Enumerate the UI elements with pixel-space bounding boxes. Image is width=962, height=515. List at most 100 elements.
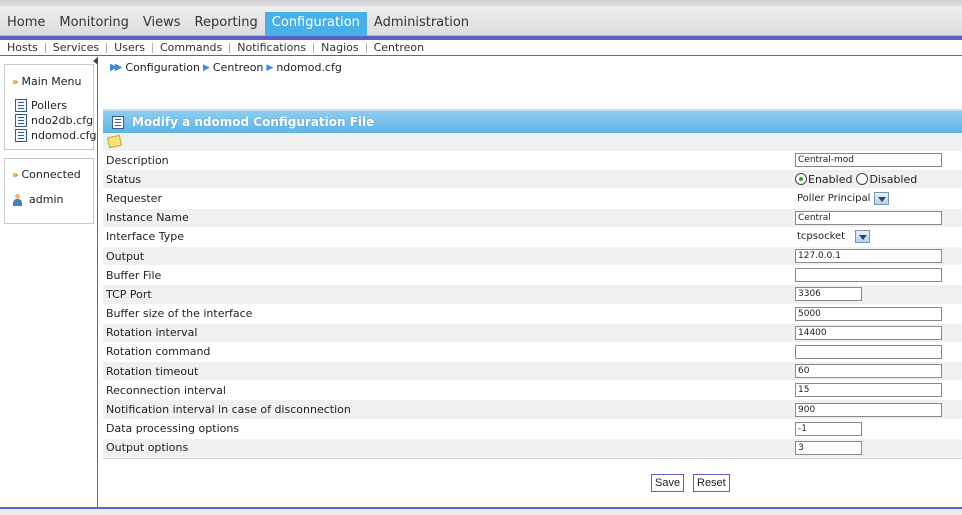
file-icon: [15, 129, 27, 142]
form-row-rotation-command: Rotation command: [103, 342, 962, 363]
form-row-buffer-file: Buffer File: [103, 266, 962, 286]
chevron-right-icon: »: [12, 77, 19, 88]
breadcrumb-centreon[interactable]: Centreon: [213, 61, 263, 74]
file-icon: [112, 115, 124, 129]
field-label: Data processing options: [106, 422, 240, 436]
form-row-output-options: Output options 3: [103, 438, 962, 458]
user-icon: [12, 193, 23, 206]
menu-views[interactable]: Views: [136, 12, 188, 36]
top-menu-bar: Home Monitoring Views Reporting Configur…: [0, 0, 962, 36]
field-label: Notification interval in case of disconn…: [106, 403, 351, 417]
file-icon: [15, 114, 27, 127]
form-row-interface-type: Interface Type tcpsocket: [103, 227, 962, 247]
data-processing-options-field[interactable]: -1: [795, 421, 862, 436]
requester-select-value: Poller Principal: [797, 192, 871, 204]
field-label: Reconnection interval: [106, 383, 226, 397]
notes-row: [103, 133, 962, 151]
form-row-data-processing: Data processing options -1: [103, 419, 962, 439]
status-disabled-radio[interactable]: [856, 173, 869, 186]
sidebar-item-label: ndo2db.cfg: [31, 114, 94, 127]
sidebar-item-label: ndomod.cfg: [31, 129, 97, 142]
submenu-nagios[interactable]: Nagios: [314, 41, 365, 54]
main-menu: Home Monitoring Views Reporting Configur…: [0, 12, 476, 36]
submenu-services[interactable]: Services: [46, 41, 106, 54]
main-menu-title-label: Main Menu: [21, 75, 82, 88]
form-row-status: Status Enabled Disabled: [103, 170, 962, 190]
sidebar-item-ndomod[interactable]: ndomod.cfg: [15, 129, 97, 142]
field-label: Requester: [106, 191, 162, 205]
status-disabled-label: Disabled: [869, 172, 918, 186]
sidebar-item-pollers[interactable]: Pollers: [15, 99, 67, 112]
rotation-timeout-field[interactable]: 60: [795, 364, 942, 379]
field-label: Rotation command: [106, 345, 211, 359]
form-row-tcp-port: TCP Port 3306: [103, 285, 962, 305]
notification-interval-field[interactable]: 900: [795, 402, 942, 417]
sidebar-item-label: Pollers: [31, 99, 68, 112]
form-row-instance-name: Instance Name Central: [103, 208, 962, 228]
field-label: Rotation timeout: [106, 364, 199, 378]
submenu-hosts[interactable]: Hosts: [0, 41, 45, 54]
connected-user[interactable]: admin: [12, 193, 63, 206]
reset-button[interactable]: Reset: [693, 474, 730, 492]
reconnection-interval-field[interactable]: 15: [795, 383, 942, 398]
connected-user-label: admin: [29, 193, 64, 206]
rotation-command-field[interactable]: [795, 344, 942, 359]
menu-monitoring[interactable]: Monitoring: [52, 12, 136, 36]
form-row-rotation-interval: Rotation interval 14400: [103, 323, 962, 343]
form-row-buffer-size: Buffer size of the interface 5000: [103, 304, 962, 324]
file-icon: [15, 99, 27, 112]
field-label: Description: [106, 153, 169, 167]
form-row-reconnection-interval: Reconnection interval 15: [103, 381, 962, 401]
main-menu-title: » Main Menu: [12, 75, 81, 88]
bottom-bar: [0, 507, 962, 515]
connected-title-label: Connected: [21, 168, 81, 181]
connected-title: » Connected: [12, 168, 81, 181]
menu-home[interactable]: Home: [0, 12, 52, 36]
config-form: Description Central-mod Status Enabled D…: [103, 151, 962, 458]
menu-administration[interactable]: Administration: [367, 12, 476, 36]
breadcrumb-ndomod[interactable]: ndomod.cfg: [276, 61, 342, 74]
field-label: Status: [106, 172, 142, 186]
save-button[interactable]: Save: [651, 474, 685, 492]
tcp-port-field[interactable]: 3306: [795, 287, 862, 302]
rotation-interval-field[interactable]: 14400: [795, 325, 942, 340]
field-label: Interface Type: [106, 230, 185, 244]
submenu-commands[interactable]: Commands: [153, 41, 229, 54]
form-row-description: Description Central-mod: [103, 151, 962, 171]
instance-name-field[interactable]: Central: [795, 210, 942, 225]
output-options-field[interactable]: 3: [795, 440, 862, 455]
chevron-down-icon[interactable]: [874, 191, 890, 205]
arrow-right-icon: ▶: [203, 62, 210, 73]
main-menu-box: » Main Menu Pollers ndo2db.cfg ndomod.cfg: [4, 64, 97, 150]
panel-title: Modify a ndomod Configuration File: [132, 115, 375, 129]
top-stripe: [0, 0, 962, 7]
field-label: Buffer File: [106, 268, 162, 282]
status-enabled-radio[interactable]: [795, 173, 807, 186]
field-label: Output options: [106, 441, 189, 455]
notes-icon[interactable]: [106, 134, 123, 149]
collapse-sidebar-icon[interactable]: [93, 57, 98, 65]
field-label: Buffer size of the interface: [106, 307, 253, 321]
panel-header: Modify a ndomod Configuration File: [103, 109, 962, 133]
submenu-users[interactable]: Users: [107, 41, 152, 54]
sidebar-item-ndo2db[interactable]: ndo2db.cfg: [15, 114, 93, 127]
description-field[interactable]: Central-mod: [795, 153, 942, 168]
buffer-file-field[interactable]: [795, 268, 942, 283]
breadcrumb-configuration[interactable]: Configuration: [125, 61, 200, 74]
arrow-right-icon: ▶: [266, 62, 274, 73]
output-field[interactable]: 127.0.0.1: [795, 249, 942, 264]
form-row-notification-interval: Notification interval in case of disconn…: [103, 400, 962, 420]
buffer-size-field[interactable]: 5000: [795, 306, 942, 321]
form-row-requester: Requester Poller Principal: [103, 189, 962, 209]
menu-reporting[interactable]: Reporting: [188, 12, 265, 36]
interface-type-select[interactable]: tcpsocket: [797, 230, 871, 244]
menu-configuration[interactable]: Configuration: [264, 12, 367, 36]
submenu-notifications[interactable]: Notifications: [230, 41, 313, 54]
submenu-centreon[interactable]: Centreon: [367, 41, 431, 54]
requester-select[interactable]: Poller Principal: [797, 191, 890, 205]
breadcrumb: ▶▶ Configuration ▶ Centreon ▶ ndomod.cfg: [110, 61, 342, 74]
left-sidebar: » Main Menu Pollers ndo2db.cfg ndomod.cfg…: [0, 57, 98, 507]
chevron-down-icon[interactable]: [855, 230, 871, 244]
chevron-right-icon: »: [12, 170, 19, 181]
field-label: Instance Name: [106, 211, 189, 225]
